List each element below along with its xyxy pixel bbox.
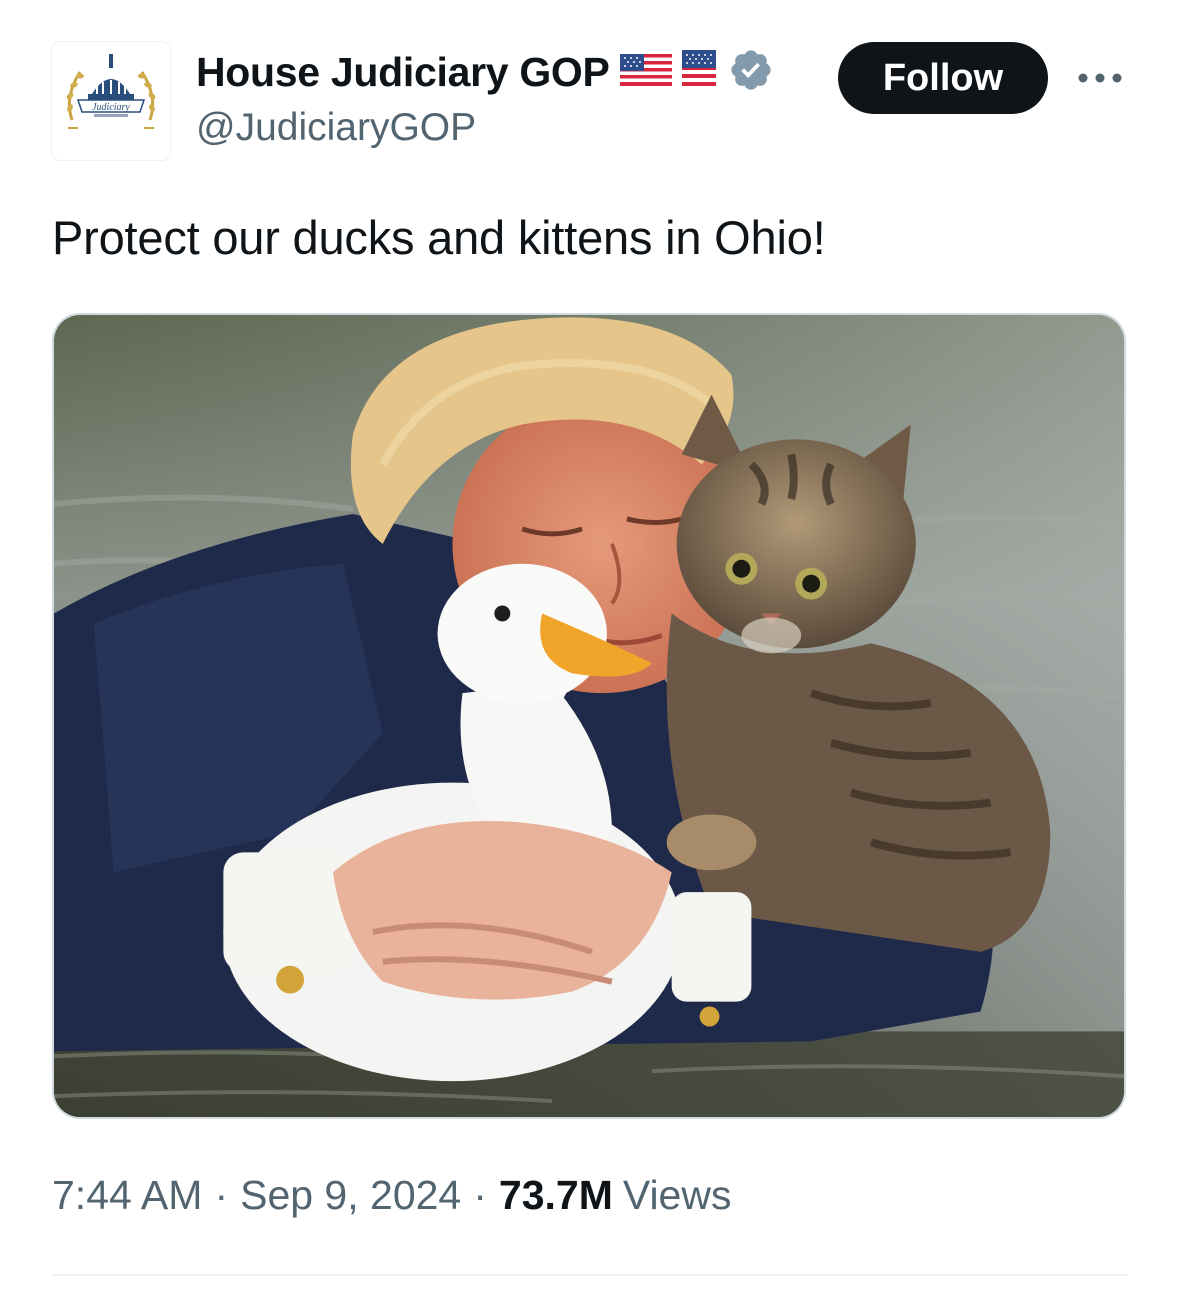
more-options-button[interactable] bbox=[1072, 60, 1128, 96]
meta-separator: · bbox=[214, 1172, 229, 1218]
follow-button[interactable]: Follow bbox=[838, 42, 1048, 114]
name-row: House Judiciary GOP bbox=[196, 46, 774, 98]
display-name[interactable]: House Judiciary GOP bbox=[196, 49, 610, 96]
views-label: Views bbox=[622, 1172, 732, 1218]
handle[interactable]: @JudiciaryGOP bbox=[196, 106, 476, 150]
tweet-text: Protect our ducks and kittens in Ohio! bbox=[52, 211, 826, 264]
avatar[interactable]: Judiciary bbox=[52, 42, 170, 160]
tweet-date[interactable]: Sep 9, 2024 bbox=[240, 1172, 461, 1219]
us-flag-icon bbox=[681, 48, 716, 97]
tweet-meta: 7:44 AM · Sep 9, 2024 · 73.7M Views bbox=[52, 1172, 731, 1219]
tweet-time[interactable]: 7:44 AM bbox=[52, 1172, 202, 1219]
meta-separator: · bbox=[473, 1172, 487, 1218]
illustration bbox=[54, 315, 1124, 1117]
more-horizontal-icon bbox=[1078, 73, 1122, 83]
divider bbox=[52, 1274, 1128, 1276]
verified-badge-icon[interactable] bbox=[728, 47, 774, 98]
judiciary-logo: Judiciary bbox=[52, 42, 170, 160]
views-count: 73.7M bbox=[498, 1172, 613, 1218]
avatar-text: Judiciary bbox=[92, 102, 130, 113]
tweet-image[interactable] bbox=[52, 313, 1126, 1119]
us-flag-icon bbox=[619, 50, 672, 95]
